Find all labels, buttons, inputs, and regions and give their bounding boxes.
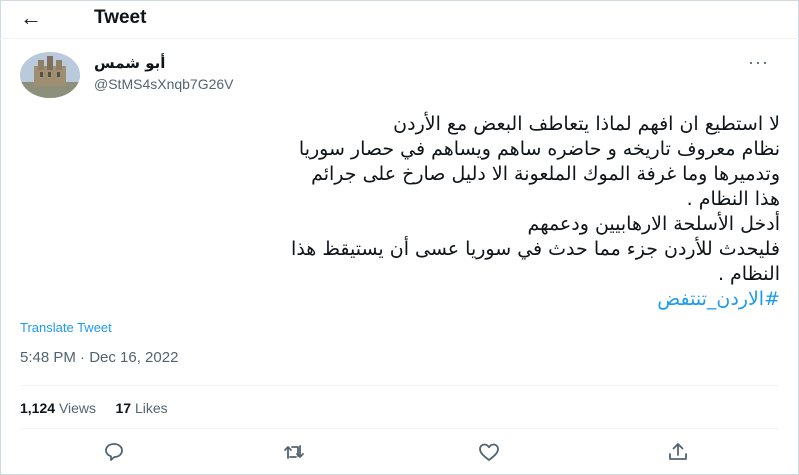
tweet-line: هذا النظام . [686, 188, 780, 210]
tweet-text: لا استطيع ان افهم لماذا يتعاطف البعض مع … [22, 112, 780, 312]
tweet-stats: 1,124 Views 17 Likes [20, 400, 168, 416]
divider [20, 385, 779, 386]
more-dots-icon[interactable]: ··· [748, 52, 769, 73]
likes-label[interactable]: Likes [135, 400, 168, 416]
arrow-left-icon[interactable]: ← [20, 6, 42, 30]
views-count: 1,124 [20, 400, 56, 416]
likes-count[interactable]: 17 [115, 400, 131, 416]
header: ← Tweet [0, 0, 799, 39]
author-handle[interactable]: @StMS4sXnqb7G26V [94, 76, 234, 92]
views-label: Views [58, 400, 97, 416]
like-icon[interactable] [477, 440, 507, 466]
tweet-line: فليحدث للأردن جزء مما حدث في سوريا عسى أ… [291, 238, 780, 260]
tweet-line: نظام معروف تاريخه و حاضره ساهم ويساهم في… [298, 138, 780, 160]
reply-icon[interactable] [102, 440, 132, 466]
author-display-name[interactable]: أبو شمس [94, 54, 165, 72]
share-icon[interactable] [666, 440, 696, 466]
hashtag-link[interactable]: #الاردن_تنتفض [22, 287, 780, 312]
tweet-line: وتدميرها وما غرفة الموك الملعونة الا دلي… [311, 163, 780, 185]
tweet-line: النظام . [717, 263, 780, 285]
tweet-line: أدخل الأسلحة الارهابيين ودعمهم [527, 213, 780, 235]
avatar-image [20, 52, 80, 98]
tweet-timestamp[interactable]: 5:48 PM · Dec 16, 2022 [20, 349, 178, 366]
tweet-line: لا استطيع ان افهم لماذا يتعاطف البعض مع … [393, 113, 780, 135]
translate-tweet-link[interactable]: Translate Tweet [20, 320, 112, 335]
divider [20, 428, 779, 429]
page-title: Tweet [94, 7, 147, 28]
retweet-icon[interactable] [282, 440, 312, 466]
avatar[interactable] [20, 52, 80, 98]
